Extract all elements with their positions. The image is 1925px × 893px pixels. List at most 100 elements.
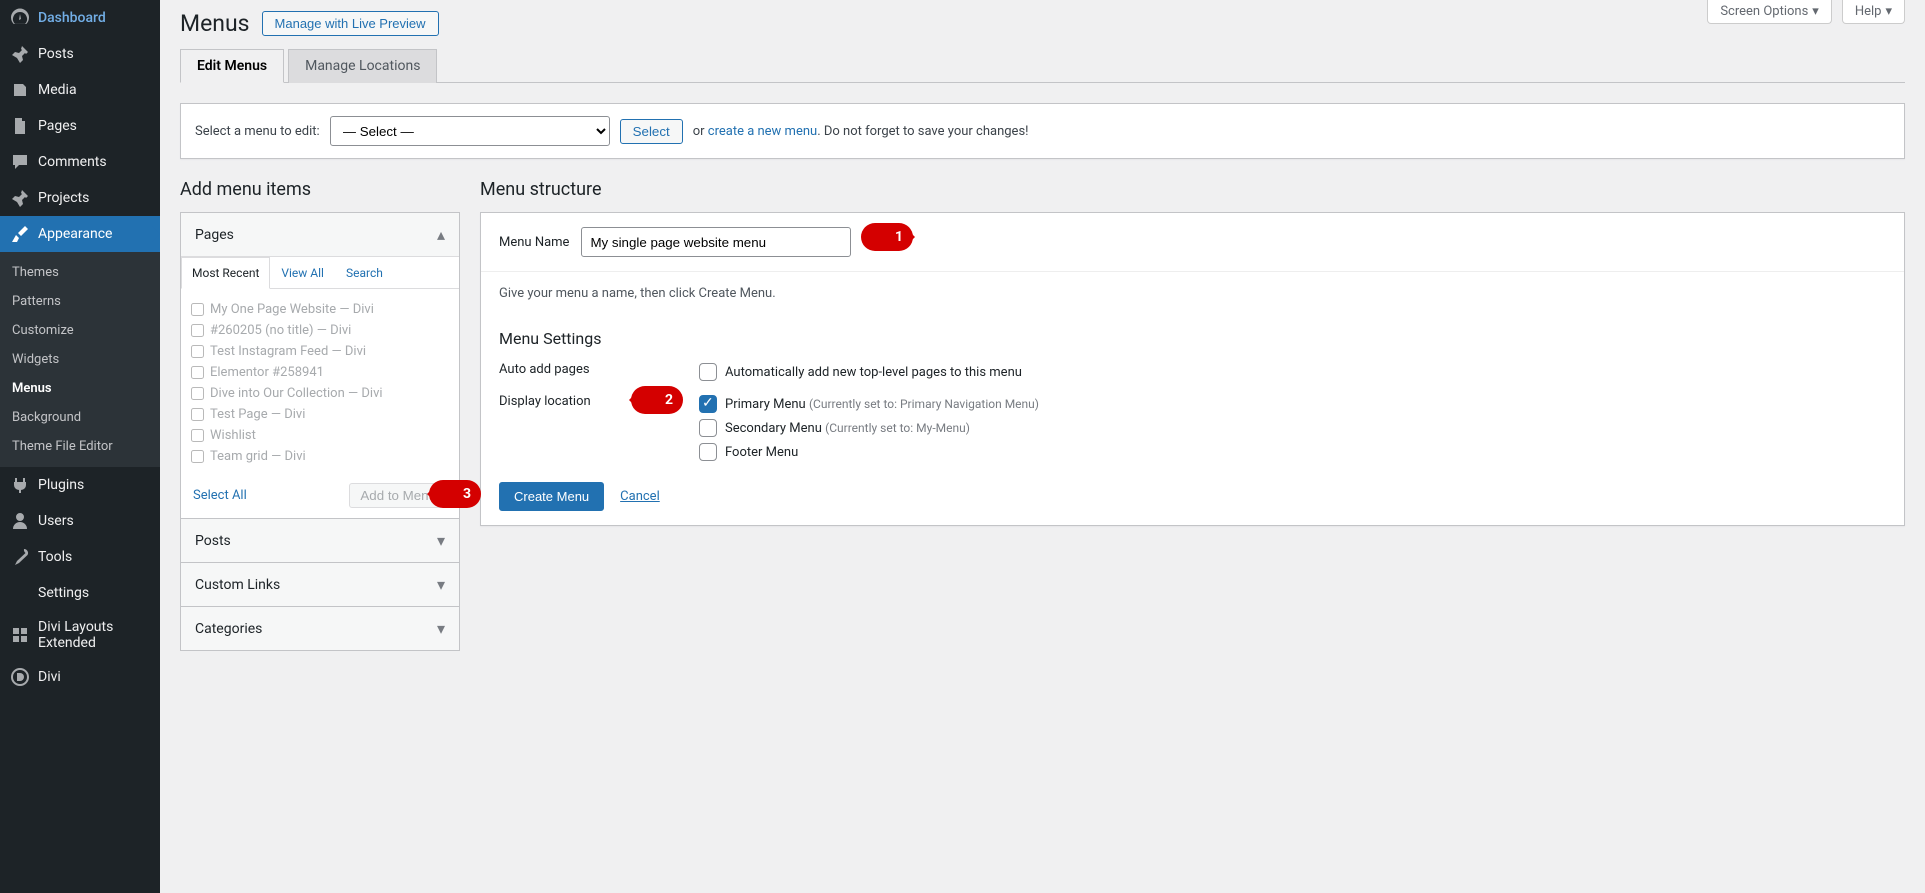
list-item[interactable]: Team grid — Divi [191,446,449,467]
menu-structure-heading: Menu structure [480,179,1905,200]
accordion-pages: Pages ▴ Most Recent View All Search My O… [180,212,460,519]
location-footer-checkbox[interactable] [699,443,717,461]
accordion-custom-header[interactable]: Custom Links ▾ [181,563,459,606]
menu-select-dropdown[interactable]: — Select — [330,116,610,146]
inner-tab-recent[interactable]: Most Recent [181,257,270,289]
divi-icon [10,667,30,687]
plug-icon [10,475,30,495]
chevron-up-icon: ▴ [437,225,445,244]
sliders-icon [10,583,30,603]
submenu-customize[interactable]: Customize [0,316,160,345]
page-checkbox[interactable] [191,324,204,337]
list-item[interactable]: Test Page — Divi [191,404,449,425]
sidebar-label: Plugins [38,477,84,493]
accordion-posts-header[interactable]: Posts ▾ [181,519,459,562]
page-checkbox[interactable] [191,303,204,316]
submenu-menus[interactable]: Menus [0,374,160,403]
cancel-link[interactable]: Cancel [620,489,660,504]
sidebar-item-projects[interactable]: Projects [0,180,160,216]
create-menu-button[interactable]: Create Menu [499,482,604,511]
sidebar-label: Users [38,513,74,529]
sidebar-item-appearance[interactable]: Appearance [0,216,160,252]
accordion-custom-links: Custom Links ▾ [180,562,460,607]
sidebar-item-users[interactable]: Users [0,503,160,539]
tab-edit-menus[interactable]: Edit Menus [180,49,284,83]
sidebar-label: Tools [38,549,72,565]
wrench-icon [10,547,30,567]
location-primary-checkbox[interactable] [699,395,717,413]
pin-icon [10,44,30,64]
sidebar-item-comments[interactable]: Comments [0,144,160,180]
sidebar-item-dashboard[interactable]: Dashboard [0,0,160,36]
accordion-pages-header[interactable]: Pages ▴ [181,213,459,256]
pages-list[interactable]: My One Page Website — Divi #260205 (no t… [181,289,459,477]
page-checkbox[interactable] [191,345,204,358]
select-button[interactable]: Select [620,119,683,144]
chevron-down-icon: ▾ [1885,4,1892,19]
sidebar-label: Divi [38,669,61,685]
list-item[interactable]: Elementor #258941 [191,362,449,383]
submenu-patterns[interactable]: Patterns [0,287,160,316]
sidebar-item-media[interactable]: Media [0,72,160,108]
location-primary-option[interactable]: Primary Menu (Currently set to: Primary … [699,392,1886,416]
appearance-submenu: Themes Patterns Customize Widgets Menus … [0,252,160,467]
sidebar-label: Comments [38,154,107,170]
list-item[interactable]: Dive into Our Collection — Divi [191,383,449,404]
select-hint: or create a new menu. Do not forget to s… [693,124,1029,139]
location-secondary-option[interactable]: Secondary Menu (Currently set to: My-Men… [699,416,1886,440]
live-preview-button[interactable]: Manage with Live Preview [262,11,439,36]
list-item[interactable]: #260205 (no title) — Divi [191,320,449,341]
menu-settings-heading: Menu Settings [481,315,1904,356]
page-icon [10,116,30,136]
annotation-badge-3: 3 [429,480,481,508]
submenu-background[interactable]: Background [0,403,160,432]
page-title: Menus [180,10,250,37]
list-item[interactable]: Wishlist [191,425,449,446]
sidebar-label: Pages [38,118,77,134]
sidebar-item-posts[interactable]: Posts [0,36,160,72]
screen-options-button[interactable]: Screen Options ▾ [1707,0,1832,24]
comment-icon [10,152,30,172]
sidebar-item-divi[interactable]: Divi [0,659,160,695]
sidebar-item-plugins[interactable]: Plugins [0,467,160,503]
inner-tab-search[interactable]: Search [335,257,394,289]
location-footer-option[interactable]: Footer Menu [699,440,1886,464]
submenu-widgets[interactable]: Widgets [0,345,160,374]
annotation-badge-1: 1 [861,223,913,251]
main-content: Screen Options ▾ Help ▾ Menus Manage wit… [160,0,1925,893]
tab-manage-locations[interactable]: Manage Locations [288,49,437,83]
auto-add-label: Auto add pages [499,360,699,377]
page-checkbox[interactable] [191,366,204,379]
add-items-heading: Add menu items [180,179,460,200]
chevron-down-icon: ▾ [437,531,445,550]
sidebar-item-settings[interactable]: Settings [0,575,160,611]
submenu-theme-file-editor[interactable]: Theme File Editor [0,432,160,461]
page-checkbox[interactable] [191,408,204,421]
accordion-posts: Posts ▾ [180,518,460,563]
page-checkbox[interactable] [191,429,204,442]
auto-add-option[interactable]: Automatically add new top-level pages to… [699,360,1886,384]
page-checkbox[interactable] [191,387,204,400]
location-secondary-checkbox[interactable] [699,419,717,437]
sidebar-label: Dashboard [38,10,106,26]
menu-name-input[interactable] [581,227,851,257]
sidebar-item-divi-layouts[interactable]: Divi Layouts Extended [0,611,160,659]
create-new-menu-link[interactable]: create a new menu [708,124,817,139]
brush-icon [10,224,30,244]
page-checkbox[interactable] [191,450,204,463]
help-button[interactable]: Help ▾ [1842,0,1905,24]
list-item[interactable]: Test Instagram Feed — Divi [191,341,449,362]
accordion-categories: Categories ▾ [180,606,460,651]
submenu-themes[interactable]: Themes [0,258,160,287]
media-icon [10,80,30,100]
auto-add-checkbox[interactable] [699,363,717,381]
grid-icon [10,625,30,645]
select-all-link[interactable]: Select All [193,488,247,503]
inner-tab-viewall[interactable]: View All [270,257,335,289]
sidebar-item-pages[interactable]: Pages [0,108,160,144]
list-item[interactable]: My One Page Website — Divi [191,299,449,320]
sidebar-label: Settings [38,585,89,601]
sidebar-item-tools[interactable]: Tools [0,539,160,575]
accordion-categories-header[interactable]: Categories ▾ [181,607,459,650]
pin-icon [10,188,30,208]
